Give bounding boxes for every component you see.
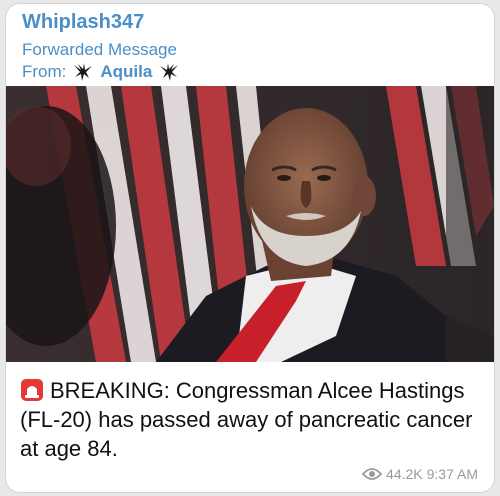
- eagle-icon: [72, 62, 94, 82]
- forwarded-from-row[interactable]: From: Aquila: [22, 61, 482, 83]
- message-header: Whiplash347 Forwarded Message From: Aqui…: [22, 10, 482, 83]
- message-photo[interactable]: [6, 86, 494, 362]
- message-caption: BREAKING: Congressman Alcee Hastings (FL…: [20, 376, 480, 463]
- eye-icon: [361, 467, 383, 481]
- forwarded-label: Forwarded Message: [22, 40, 177, 59]
- message-bubble: Whiplash347 Forwarded Message From: Aqui…: [6, 4, 494, 492]
- caption-text: BREAKING: Congressman Alcee Hastings (FL…: [20, 378, 473, 461]
- from-name[interactable]: Aquila: [100, 61, 152, 83]
- eagle-icon: [158, 62, 180, 82]
- rotating-light-icon: [20, 378, 44, 402]
- view-count: 44.2K: [386, 466, 423, 482]
- channel-name[interactable]: Whiplash347: [22, 10, 482, 34]
- from-prefix: From:: [22, 62, 67, 81]
- message-time: 9:37 AM: [426, 466, 478, 482]
- message-meta: 44.2K 9:37 AM: [361, 466, 478, 482]
